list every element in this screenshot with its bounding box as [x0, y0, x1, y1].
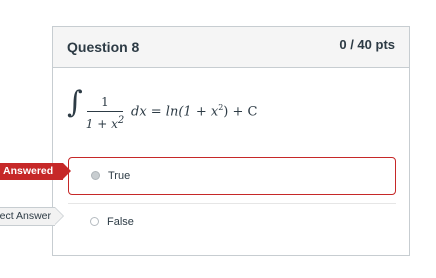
radio-true[interactable] [91, 171, 100, 180]
answered-tag-label: Answered [3, 165, 54, 177]
question-title: Question 8 [67, 39, 140, 55]
integral-sign: ∫ [67, 85, 83, 120]
quiz-question-card: Question 8 0 / 40 pts ∫ 1 1 + x2 dx = ln… [52, 26, 410, 256]
correct-answer-tag-label: Correct Answer [0, 210, 51, 222]
question-points: 0 / 40 pts [339, 37, 395, 52]
rhs-tail: ) + C [223, 104, 258, 120]
fraction-bar [87, 111, 123, 112]
answer-label-false: False [107, 216, 134, 228]
answer-label-true: True [108, 170, 131, 182]
correct-answer-tag: Correct Answer [0, 207, 64, 226]
fraction-denominator: 1 + x2 [85, 113, 125, 131]
formula-rhs: dx = ln(1 + x2) + C [131, 103, 257, 119]
fraction-numerator: 1 [101, 95, 109, 109]
question-header: Question 8 0 / 40 pts [53, 27, 409, 68]
answer-option-true[interactable]: True [68, 157, 396, 195]
denominator-base: 1 + x [85, 117, 118, 131]
radio-false[interactable] [90, 217, 99, 226]
rhs-lead: dx = ln(1 + x [131, 104, 219, 120]
answered-tag: Answered [0, 163, 71, 180]
denominator-exponent: 2 [117, 115, 125, 126]
answer-option-false[interactable]: False [68, 203, 396, 241]
formula-fraction: 1 1 + x2 [85, 95, 125, 131]
